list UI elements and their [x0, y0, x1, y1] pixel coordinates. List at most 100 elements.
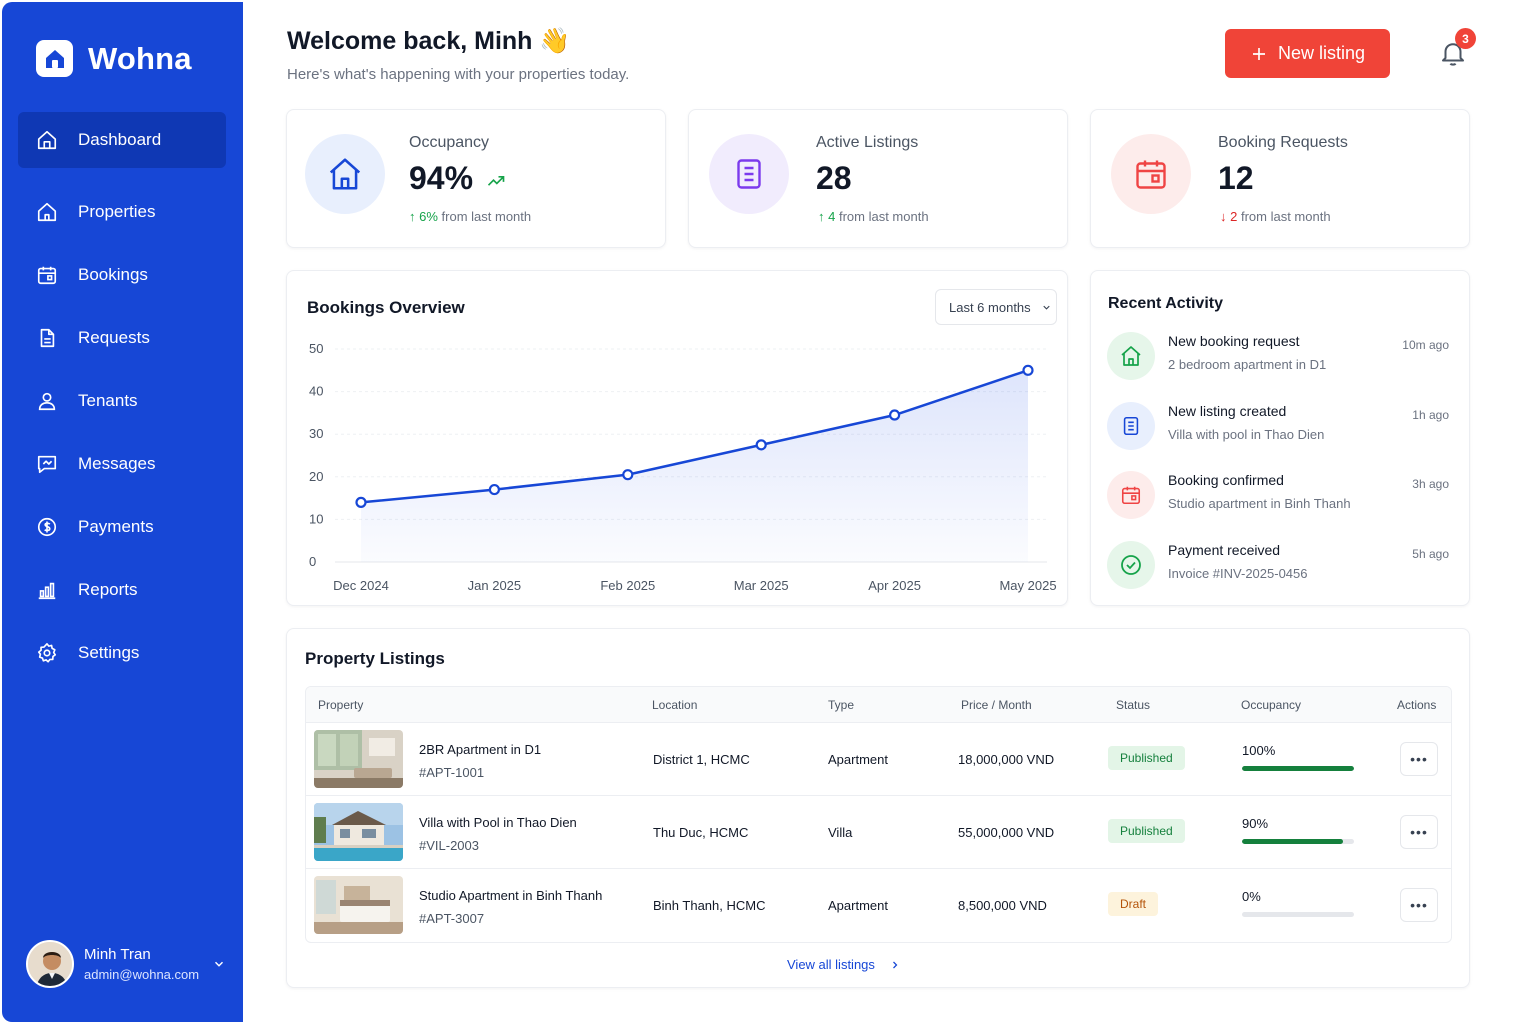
user-name: Minh Tran: [84, 946, 151, 963]
table-row[interactable]: Villa with Pool in Thao Dien #VIL-2003 T…: [306, 796, 1451, 869]
status-badge: Published: [1108, 819, 1185, 843]
status-badge: Published: [1108, 746, 1185, 770]
y-tick-label: 10: [309, 511, 323, 526]
column-header: Actions: [1397, 698, 1437, 712]
column-header: Type: [828, 698, 855, 712]
stat-label: Booking Requests: [1218, 134, 1348, 151]
user-email: admin@wohna.com: [84, 967, 200, 982]
calendar-icon: [37, 266, 57, 285]
brand-name: Wohna: [88, 40, 192, 76]
sidebar-item-requests[interactable]: Requests: [18, 310, 226, 366]
brand[interactable]: Wohna: [36, 40, 192, 77]
table-row[interactable]: Studio Apartment in Binh Thanh #APT-3007…: [306, 869, 1451, 942]
y-tick-label: 0: [309, 554, 316, 569]
occupancy-bar: [1242, 839, 1354, 844]
property-type: Apartment: [828, 752, 888, 767]
sidebar-item-properties[interactable]: Properties: [18, 184, 226, 240]
occupancy-value: 100%: [1242, 743, 1276, 758]
row-actions-button[interactable]: •••: [1400, 888, 1438, 922]
arrow-down-icon: ↓: [1220, 209, 1231, 224]
chart-point[interactable]: [888, 409, 901, 421]
avatar: [26, 940, 74, 988]
property-price: 8,500,000 VND: [958, 898, 1047, 913]
view-all-listings-link[interactable]: View all listings: [787, 957, 901, 972]
new-listing-button[interactable]: New listing: [1225, 29, 1390, 78]
arrow-up-icon: ↑: [818, 209, 829, 224]
x-tick-label: Mar 2025: [734, 578, 789, 593]
plus-icon: [1252, 47, 1265, 60]
property-listings-card: Property Listings Property Location Type…: [286, 628, 1470, 988]
activity-title: New listing created: [1168, 403, 1287, 419]
occupancy-bar-fill: [1242, 766, 1354, 771]
property-thumbnail: [314, 876, 403, 934]
property-type: Apartment: [828, 898, 888, 913]
column-header: Location: [652, 698, 698, 712]
building-icon: [37, 202, 57, 222]
activity-item[interactable]: Payment received Invoice #INV-2025-0456 …: [1107, 540, 1449, 590]
x-tick-label: Apr 2025: [868, 578, 921, 593]
page-title: Welcome back, Minh 👋: [287, 27, 571, 55]
stat-value: 94%: [409, 160, 506, 197]
bookings-chart: 0 10 20 30 40 50 Dec 2024 Jan 2025 Feb 2025 Mar …: [309, 341, 1057, 593]
y-tick-label: 20: [309, 469, 323, 484]
sidebar-item-messages[interactable]: Messages: [18, 436, 226, 492]
property-name: Villa with Pool in Thao Dien: [419, 815, 577, 830]
bar-chart-icon: [38, 582, 56, 600]
chart-point[interactable]: [1022, 364, 1034, 376]
sidebar-item-tenants[interactable]: Tenants: [18, 373, 226, 429]
x-tick-label: Jan 2025: [468, 578, 522, 593]
sidebar-item-dashboard[interactable]: Dashboard: [18, 112, 226, 168]
recent-activity-card: Recent Activity New booking request 2 be…: [1090, 270, 1470, 606]
sidebar-item-label: Bookings: [78, 265, 148, 284]
stat-value: 28: [816, 160, 852, 196]
activity-time: 5h ago: [1412, 547, 1449, 561]
chart-point[interactable]: [488, 483, 500, 496]
arrow-up-icon: ↑: [409, 209, 420, 224]
activity-item[interactable]: Booking confirmed Studio apartment in Bi…: [1107, 470, 1449, 520]
occupancy-bar: [1242, 912, 1354, 917]
document-icon: [40, 328, 55, 348]
sidebar-item-label: Messages: [78, 454, 156, 473]
message-icon: [37, 455, 57, 474]
property-id: #APT-1001: [419, 765, 485, 780]
calendar-icon: [1107, 471, 1155, 519]
property-id: #APT-3007: [419, 911, 485, 926]
stat-delta-text: from last month: [1237, 209, 1331, 224]
trend-up-icon: [487, 175, 505, 186]
chart-point[interactable]: [622, 469, 634, 481]
sidebar-item-label: Payments: [78, 517, 154, 536]
table-row[interactable]: 2BR Apartment in D1 #APT-1001 District 1…: [306, 723, 1451, 796]
occupancy-bar-fill: [1242, 839, 1343, 844]
sidebar-item-settings[interactable]: Settings: [18, 625, 226, 681]
property-type: Villa: [828, 825, 853, 840]
stat-card-booking-requests: Booking Requests 12 ↓ 2 from last month: [1090, 109, 1470, 248]
home-icon: [305, 134, 385, 214]
stat-delta: ↑ 4 from last month: [818, 209, 929, 224]
check-circle-icon: [1107, 541, 1155, 589]
row-actions-button[interactable]: •••: [1400, 742, 1438, 776]
activity-subtitle: Invoice #INV-2025-0456: [1168, 566, 1308, 581]
sidebar-item-label: Tenants: [78, 391, 138, 410]
notification-badge: 3: [1455, 28, 1476, 49]
activity-item[interactable]: New booking request 2 bedroom apartment …: [1107, 331, 1449, 381]
sidebar-item-label: Reports: [78, 580, 138, 599]
property-location: Thu Duc, HCMC: [653, 825, 749, 840]
chart-point[interactable]: [755, 439, 767, 451]
activity-title: Payment received: [1168, 542, 1281, 558]
calendar-icon: [1111, 134, 1191, 214]
user-profile[interactable]: Minh Tran admin@wohna.com: [26, 940, 226, 988]
chart-point[interactable]: [355, 496, 367, 508]
sidebar-nav: Dashboard Properties Bookings Requests T…: [18, 112, 226, 688]
property-thumbnail: [314, 803, 403, 861]
property-location: District 1, HCMC: [653, 752, 750, 767]
sidebar-item-bookings[interactable]: Bookings: [18, 247, 226, 303]
activity-title: New booking request: [1168, 333, 1300, 349]
sidebar-item-reports[interactable]: Reports: [18, 562, 226, 618]
activity-item[interactable]: New listing created Villa with pool in T…: [1107, 401, 1449, 451]
sidebar-item-payments[interactable]: Payments: [18, 499, 226, 555]
sidebar: Wohna Dashboard Properties Bookings Requ…: [2, 2, 243, 1022]
more-icon: •••: [1410, 824, 1428, 840]
row-actions-button[interactable]: •••: [1400, 815, 1438, 849]
chevron-down-icon[interactable]: [212, 957, 226, 971]
x-tick-label: Dec 2024: [333, 578, 389, 593]
